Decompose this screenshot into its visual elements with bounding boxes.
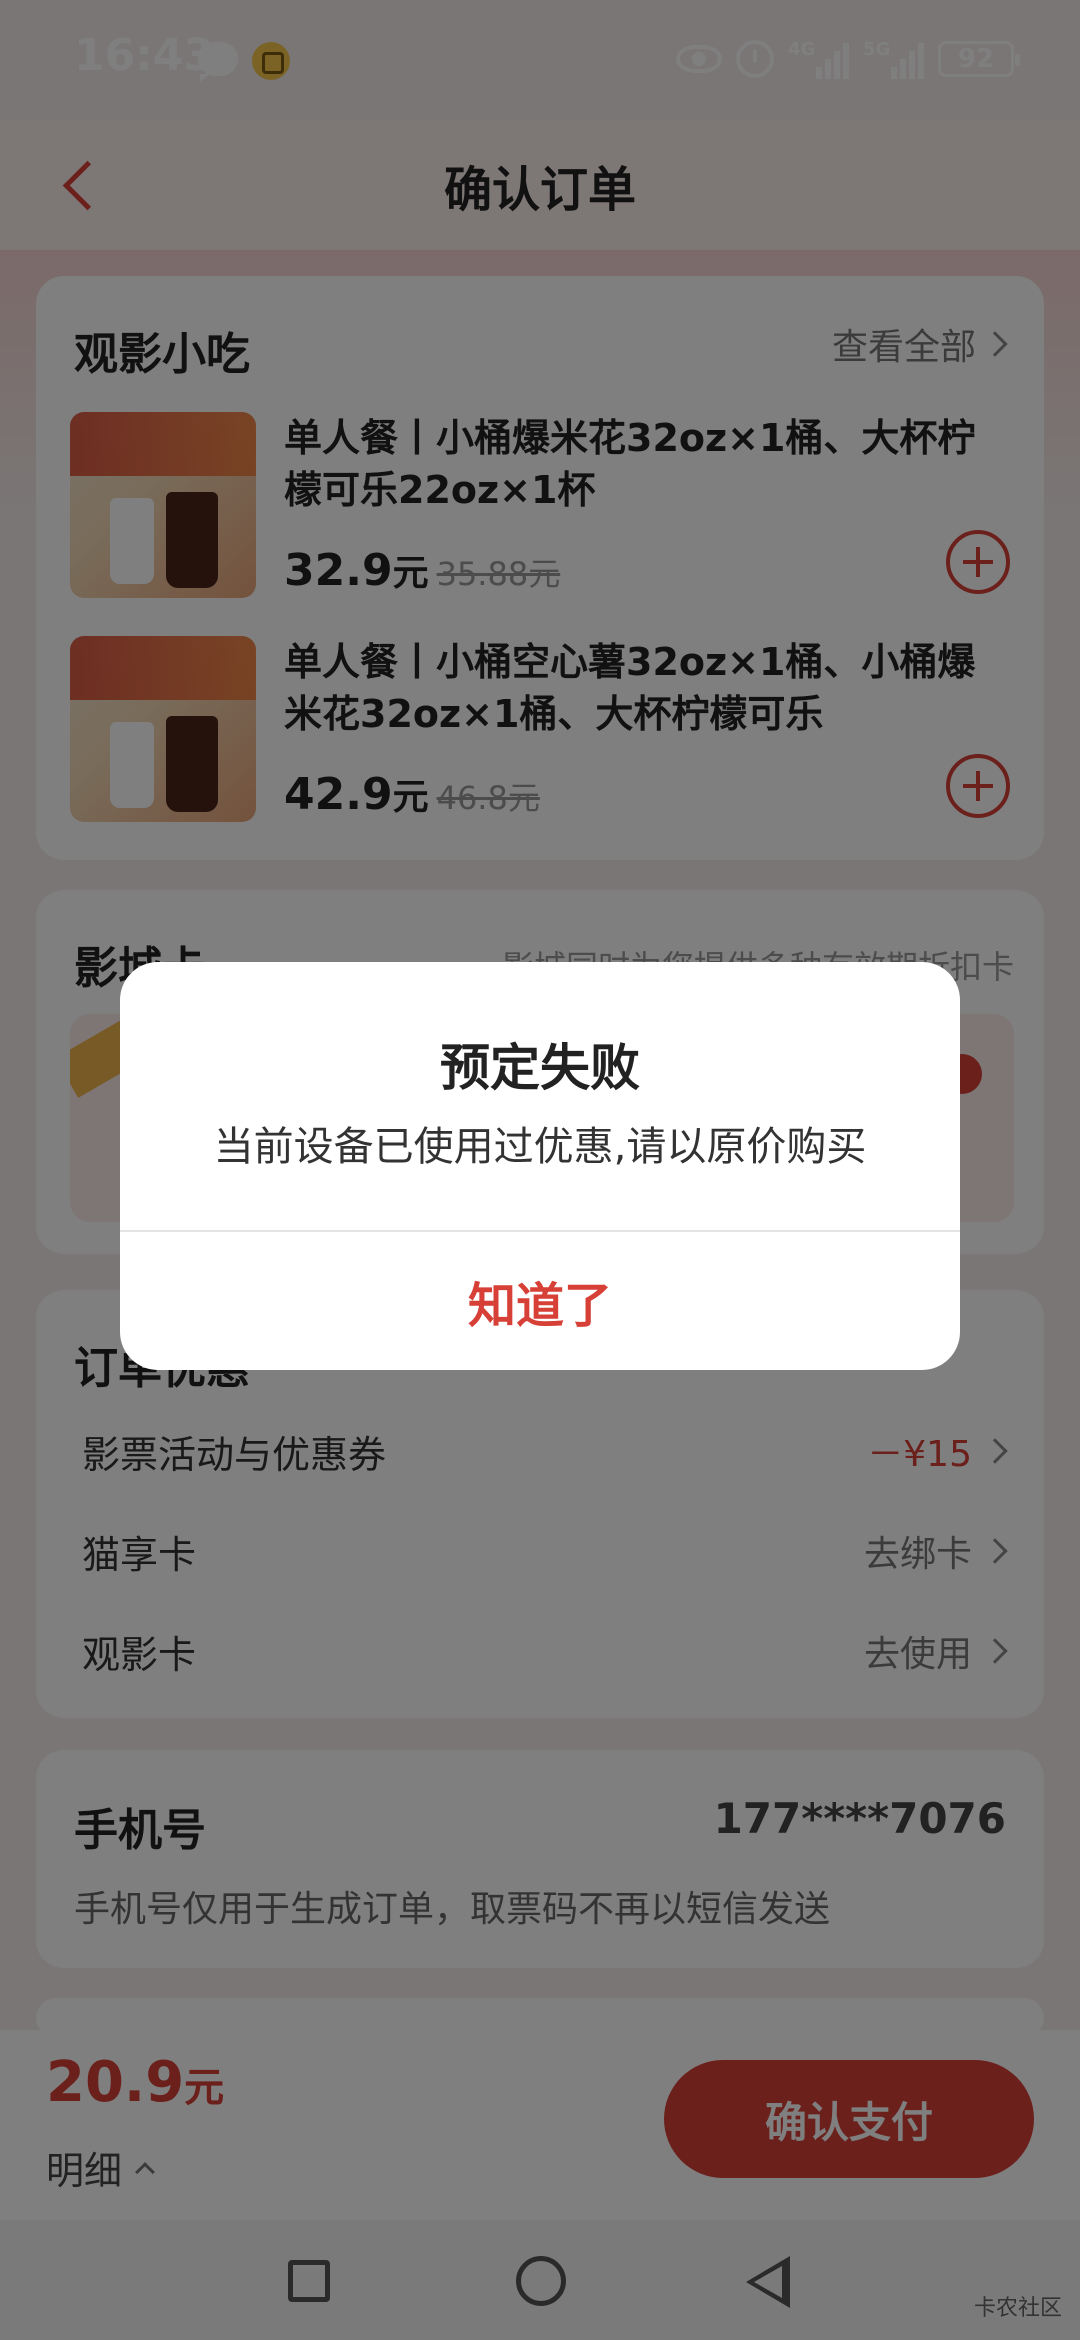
booking-failed-dialog: 预定失败 当前设备已使用过优惠,请以原价购买 知道了 [120,962,960,1370]
watermark: 卡农社区 [973,2296,1062,2321]
got-it-button[interactable]: 知道了 [120,1232,960,1370]
dialog-title: 预定失败 [440,1039,640,1097]
dialog-message: 当前设备已使用过优惠,请以原价购买 [213,1124,867,1170]
